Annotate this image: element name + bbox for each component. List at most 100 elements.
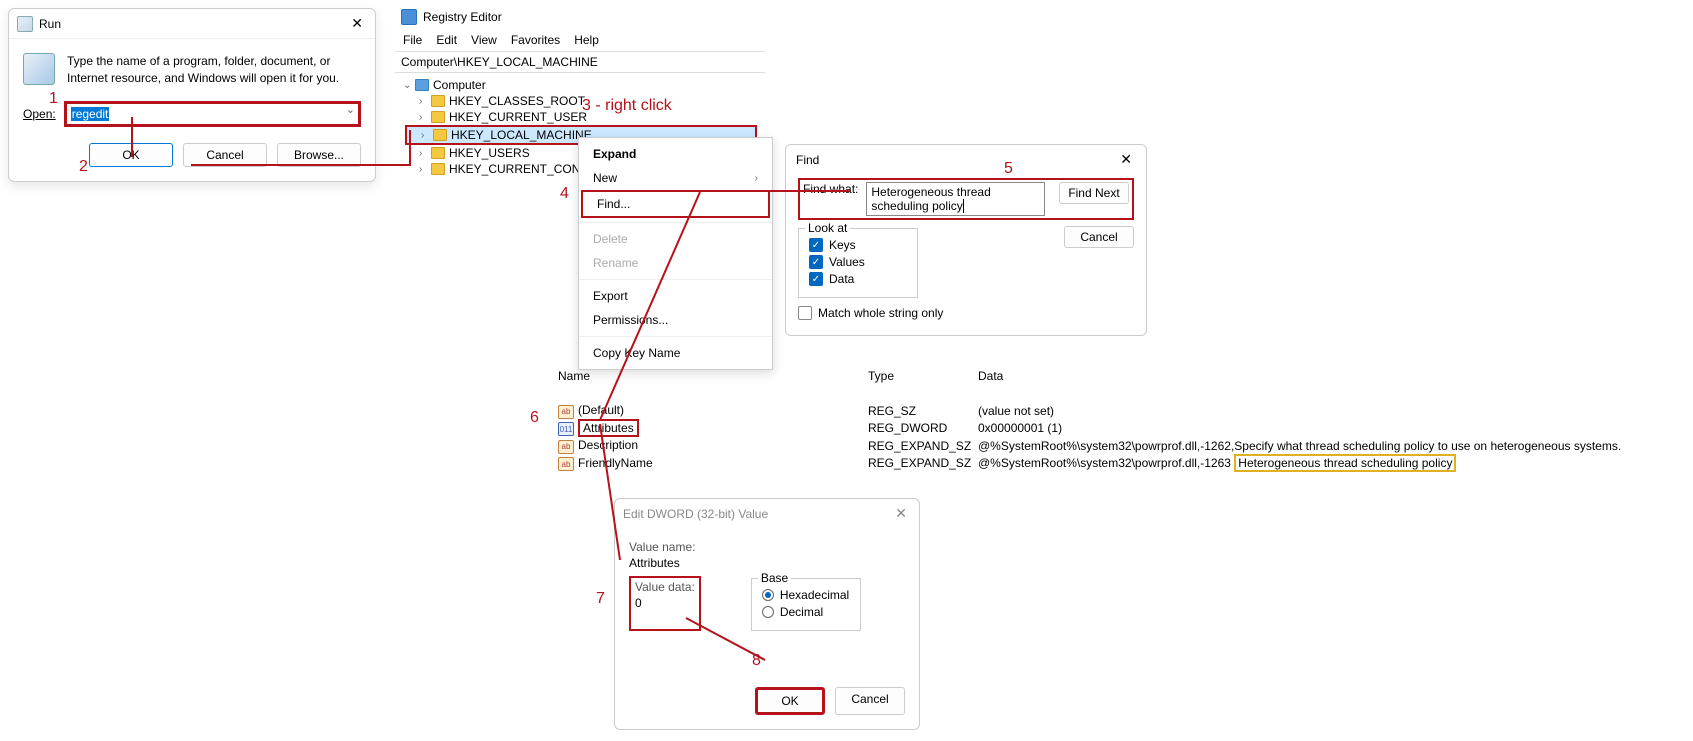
find-buttons: Cancel xyxy=(1064,226,1134,298)
find-cancel-button[interactable]: Cancel xyxy=(1064,226,1134,248)
edit-body: Value name: Attributes Value data: 0 Bas… xyxy=(615,528,919,729)
col-name-header[interactable]: Name xyxy=(558,365,868,388)
values-headers: Name Type Data xyxy=(558,365,1688,388)
tree-hkcu[interactable]: ›HKEY_CURRENT_USER xyxy=(403,109,757,125)
keys-checkbox-row[interactable]: ✓Keys xyxy=(809,238,907,252)
menu-favorites[interactable]: Favorites xyxy=(511,33,560,47)
ctx-separator xyxy=(579,222,772,223)
edit-dword-dialog: Edit DWORD (32-bit) Value ✕ Value name: … xyxy=(614,498,920,730)
run-titlebar: Run ✕ xyxy=(9,9,375,39)
chevron-right-icon: › xyxy=(755,173,758,184)
string-value-icon: ab xyxy=(558,457,574,471)
run-body: Type the name of a program, folder, docu… xyxy=(9,39,375,181)
value-name-value: Attributes xyxy=(629,554,905,572)
find-body: Find what: Heterogeneous thread scheduli… xyxy=(786,174,1146,335)
find-titlebar: Find ✕ xyxy=(786,145,1146,174)
menu-edit[interactable]: Edit xyxy=(436,33,457,47)
folder-icon xyxy=(431,147,445,159)
col-data-header[interactable]: Data xyxy=(978,365,1688,388)
annotation-7: 7 xyxy=(596,590,605,608)
value-data-label: Value data: xyxy=(635,580,695,594)
close-icon[interactable]: ✕ xyxy=(891,505,911,522)
value-data-value[interactable]: 0 xyxy=(635,594,695,612)
find-what-label: Find what: xyxy=(803,182,858,196)
folder-icon xyxy=(431,111,445,123)
folder-icon xyxy=(431,163,445,175)
open-input[interactable]: regedit xyxy=(64,101,361,127)
close-icon[interactable]: ✕ xyxy=(347,15,367,32)
run-dialog: Run ✕ Type the name of a program, folder… xyxy=(8,8,376,182)
data-checkbox-row[interactable]: ✓Data xyxy=(809,272,907,286)
find-title: Find xyxy=(796,153,819,167)
run-app-icon xyxy=(17,16,33,32)
ctx-copy-key-name[interactable]: Copy Key Name xyxy=(579,341,772,365)
radio-checked-icon xyxy=(762,589,774,601)
run-buttons: OK Cancel Browse... xyxy=(23,143,361,167)
base-legend: Base xyxy=(758,571,791,585)
run-title: Run xyxy=(39,17,61,31)
edit-titlebar: Edit DWORD (32-bit) Value ✕ xyxy=(615,499,919,528)
ok-button[interactable]: OK xyxy=(89,143,173,167)
regedit-titlebar: Registry Editor xyxy=(395,5,765,29)
ctx-new[interactable]: New› xyxy=(579,166,772,190)
value-row-description[interactable]: abDescription REG_EXPAND_SZ @%SystemRoot… xyxy=(558,437,1688,455)
edit-cancel-button[interactable]: Cancel xyxy=(835,687,905,715)
annotation-3: 3 - right click xyxy=(582,97,672,115)
run-input-row: Open: regedit xyxy=(23,101,361,127)
ctx-export[interactable]: Export xyxy=(579,284,772,308)
values-checkbox-row[interactable]: ✓Values xyxy=(809,255,907,269)
regedit-app-icon xyxy=(401,9,417,25)
ctx-rename: Rename xyxy=(579,251,772,275)
annotation-6: 6 xyxy=(530,409,539,427)
annotation-1: 1 xyxy=(49,90,58,108)
string-value-icon: ab xyxy=(558,440,574,454)
menu-file[interactable]: File xyxy=(403,33,422,47)
folder-icon xyxy=(431,95,445,107)
regedit-pathbar[interactable]: Computer\HKEY_LOCAL_MACHINE xyxy=(395,51,765,73)
value-row-attributes[interactable]: 011Attributes REG_DWORD 0x00000001 (1) xyxy=(558,420,1688,438)
find-next-button[interactable]: Find Next xyxy=(1059,182,1129,204)
browse-button[interactable]: Browse... xyxy=(277,143,361,167)
folder-icon xyxy=(433,129,447,141)
run-description-row: Type the name of a program, folder, docu… xyxy=(23,53,361,87)
edit-title: Edit DWORD (32-bit) Value xyxy=(623,507,768,521)
hex-radio-row[interactable]: Hexadecimal xyxy=(762,588,850,602)
open-combo-wrap: regedit xyxy=(64,101,361,127)
regedit-menubar: File Edit View Favorites Help xyxy=(395,29,765,51)
close-icon[interactable]: ✕ xyxy=(1116,151,1136,168)
ctx-delete: Delete xyxy=(579,227,772,251)
string-value-icon: ab xyxy=(558,405,574,419)
value-row-friendlyname[interactable]: abFriendlyName REG_EXPAND_SZ @%SystemRoo… xyxy=(558,455,1688,473)
regedit-title: Registry Editor xyxy=(423,10,502,24)
tree-computer[interactable]: ⌄Computer xyxy=(403,77,757,93)
cancel-button[interactable]: Cancel xyxy=(183,143,267,167)
ctx-expand[interactable]: Expand xyxy=(579,142,772,166)
value-name-label: Value name: xyxy=(629,540,905,554)
edit-row: Value data: 0 Base Hexadecimal Decimal xyxy=(629,576,905,631)
run-big-icon xyxy=(23,53,55,85)
ctx-permissions[interactable]: Permissions... xyxy=(579,308,772,332)
look-at-legend: Look at xyxy=(805,221,850,235)
open-label: Open: xyxy=(23,107,56,121)
find-what-input[interactable]: Heterogeneous thread scheduling policy xyxy=(866,182,1045,216)
col-type-header[interactable]: Type xyxy=(868,365,978,388)
menu-help[interactable]: Help xyxy=(574,33,599,47)
values-panel: Name Type Data ab(Default) REG_SZ (value… xyxy=(558,365,1688,472)
computer-icon xyxy=(415,79,429,91)
dec-radio-row[interactable]: Decimal xyxy=(762,605,850,619)
annotation-8: 8 xyxy=(752,652,761,670)
menu-view[interactable]: View xyxy=(471,33,497,47)
checkbox-checked-icon: ✓ xyxy=(809,238,823,252)
whole-string-checkbox-row[interactable]: Match whole string only xyxy=(798,306,1134,320)
ctx-separator xyxy=(579,279,772,280)
base-group: Base Hexadecimal Decimal xyxy=(751,578,861,631)
edit-ok-button[interactable]: OK xyxy=(755,687,825,715)
annotation-5: 5 xyxy=(1004,160,1013,178)
tree-hkcr[interactable]: ›HKEY_CLASSES_ROOT xyxy=(403,93,757,109)
find-what-row-box: Find what: Heterogeneous thread scheduli… xyxy=(798,178,1134,220)
ctx-find[interactable]: Find... xyxy=(581,190,770,218)
run-description: Type the name of a program, folder, docu… xyxy=(67,53,361,87)
checkbox-checked-icon: ✓ xyxy=(809,255,823,269)
annotation-2: 2 xyxy=(79,158,88,176)
value-row-default[interactable]: ab(Default) REG_SZ (value not set) xyxy=(558,402,1688,420)
